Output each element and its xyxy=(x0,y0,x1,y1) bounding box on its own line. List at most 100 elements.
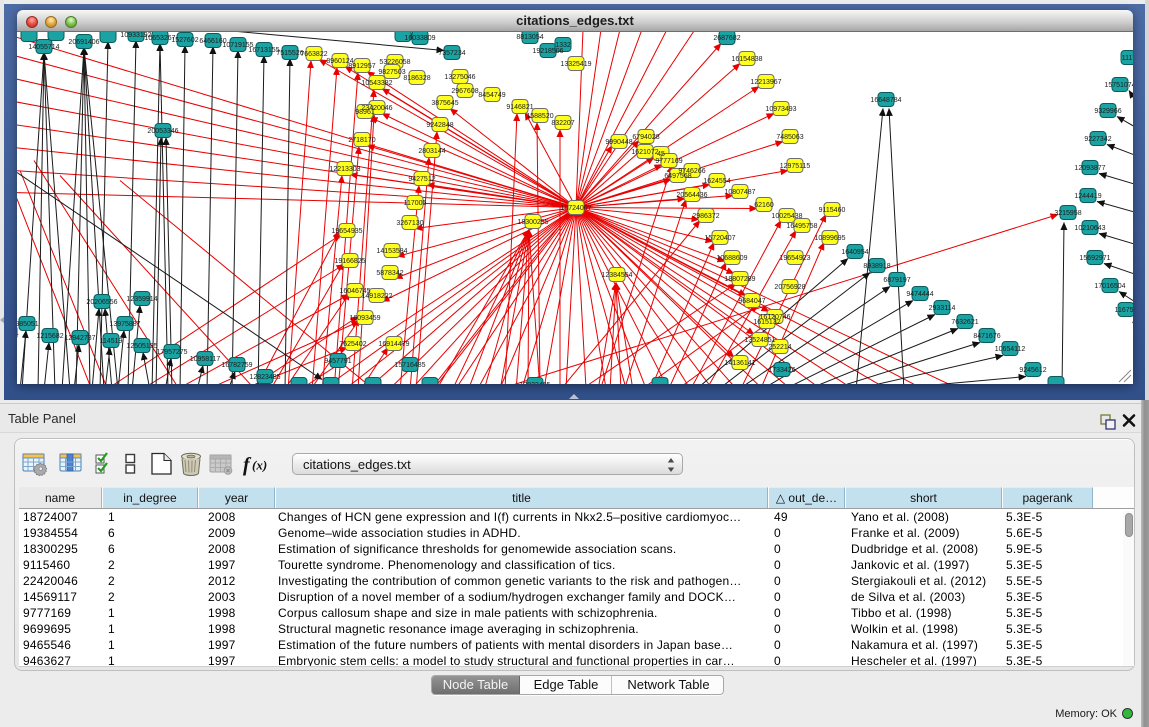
svg-text:8938918: 8938918 xyxy=(863,263,890,270)
svg-text:15720407: 15720407 xyxy=(704,235,735,242)
svg-text:8912957: 8912957 xyxy=(348,63,375,70)
svg-text:13325419: 13325419 xyxy=(560,61,591,68)
svg-text:9146821: 9146821 xyxy=(506,104,533,111)
svg-text:9457791: 9457791 xyxy=(324,358,351,365)
svg-text:16033809: 16033809 xyxy=(404,35,435,42)
svg-text:8813054: 8813054 xyxy=(516,34,543,41)
svg-text:98961: 98961 xyxy=(355,109,375,116)
svg-text:9990448: 9990448 xyxy=(605,139,632,146)
svg-text:9427512: 9427512 xyxy=(408,176,435,183)
svg-text:7663822: 7663822 xyxy=(300,51,327,58)
svg-text:20691406: 20691406 xyxy=(68,39,99,46)
svg-text:9115460: 9115460 xyxy=(819,207,846,214)
svg-text:252214: 252214 xyxy=(768,344,791,351)
svg-text:1624554: 1624554 xyxy=(703,178,730,185)
svg-text:6879197: 6879197 xyxy=(883,277,910,284)
svg-text:16713155: 16713155 xyxy=(248,47,279,54)
svg-text:10654112: 10654112 xyxy=(995,346,1026,353)
svg-text:12823485: 12823485 xyxy=(249,374,280,381)
svg-text:16495758: 16495758 xyxy=(786,223,817,230)
svg-text:20564436: 20564436 xyxy=(676,192,707,199)
svg-text:1215682: 1215682 xyxy=(36,333,63,340)
svg-text:8186328: 8186328 xyxy=(403,75,430,82)
svg-text:15692971: 15692971 xyxy=(1079,255,1110,262)
svg-text:53226058: 53226058 xyxy=(379,59,410,66)
svg-text:10210643: 10210643 xyxy=(1074,225,1105,232)
svg-text:9684047: 9684047 xyxy=(738,298,765,305)
svg-text:3215958: 3215958 xyxy=(1054,210,1081,217)
svg-text:14055714: 14055714 xyxy=(28,44,59,51)
svg-text:(x): (x) xyxy=(252,458,267,473)
svg-text:12823485: 12823485 xyxy=(519,382,550,384)
svg-text:1244419: 1244419 xyxy=(1074,193,1101,200)
svg-text:18807289: 18807289 xyxy=(724,276,755,283)
svg-text:9245612: 9245612 xyxy=(1019,367,1046,374)
svg-text:19166825: 19166825 xyxy=(334,258,365,265)
svg-text:10025438: 10025438 xyxy=(771,213,802,220)
svg-text:16782759: 16782759 xyxy=(221,362,252,369)
svg-text:116753: 116753 xyxy=(1115,307,1133,314)
svg-text:14918222: 14918222 xyxy=(361,293,392,300)
svg-text:20053346: 20053346 xyxy=(147,128,178,135)
svg-text:20756928: 20756928 xyxy=(774,284,805,291)
svg-text:15751074: 15751074 xyxy=(1104,82,1133,89)
svg-text:9474444: 9474444 xyxy=(906,291,933,298)
svg-text:10958117: 10958117 xyxy=(190,356,221,363)
svg-text:14153584: 14153584 xyxy=(376,248,407,255)
svg-text:7625402: 7625402 xyxy=(339,341,366,348)
svg-text:7357234: 7357234 xyxy=(438,50,465,57)
svg-text:9227342: 9227342 xyxy=(1084,136,1111,143)
svg-text:14136141: 14136141 xyxy=(724,360,755,367)
svg-text:12213303: 12213303 xyxy=(329,166,360,173)
svg-text:16154838: 16154838 xyxy=(731,56,762,63)
svg-text:1615132: 1615132 xyxy=(753,319,780,326)
svg-text:832207: 832207 xyxy=(551,120,574,127)
svg-text:12942737: 12942737 xyxy=(64,335,95,342)
svg-text:2718170: 2718170 xyxy=(348,137,375,144)
svg-text:114519: 114519 xyxy=(100,338,123,345)
svg-text:1117: 1117 xyxy=(1122,55,1133,62)
svg-text:12384554: 12384554 xyxy=(601,272,632,279)
svg-text:1733426: 1733426 xyxy=(768,367,795,374)
svg-text:16093459: 16093459 xyxy=(349,315,380,322)
svg-text:20206556: 20206556 xyxy=(86,299,117,306)
svg-text:117005: 117005 xyxy=(404,200,427,207)
svg-text:2967608: 2967608 xyxy=(451,88,478,95)
svg-text:f: f xyxy=(243,454,252,476)
svg-text:17957275: 17957275 xyxy=(156,349,187,356)
svg-text:16648784: 16648784 xyxy=(870,97,901,104)
svg-text:19218506: 19218506 xyxy=(532,48,563,55)
svg-text:9746266: 9746266 xyxy=(678,168,705,175)
svg-text:8471676: 8471676 xyxy=(973,333,1000,340)
svg-text:9777169: 9777169 xyxy=(655,158,682,165)
svg-text:9242848: 9242848 xyxy=(426,122,453,129)
svg-text:2933114: 2933114 xyxy=(929,305,956,312)
svg-text:7485063: 7485063 xyxy=(776,134,803,141)
svg-text:3267130: 3267130 xyxy=(396,220,423,227)
svg-text:45: 45 xyxy=(657,151,665,158)
svg-text:18724007: 18724007 xyxy=(560,205,591,212)
svg-text:15716485: 15716485 xyxy=(394,362,425,369)
svg-text:10688609: 10688609 xyxy=(716,255,747,262)
svg-text:62160: 62160 xyxy=(754,202,774,209)
svg-text:1527602: 1527602 xyxy=(171,37,198,44)
svg-text:12359914: 12359914 xyxy=(126,296,157,303)
svg-text:2986372: 2986372 xyxy=(692,213,719,220)
svg-text:10543382: 10543382 xyxy=(361,80,392,87)
svg-text:12213967: 12213967 xyxy=(750,79,781,86)
svg-text:1640954: 1640954 xyxy=(841,249,868,256)
svg-text:7632621: 7632621 xyxy=(951,319,978,326)
svg-text:10807487: 10807487 xyxy=(724,189,755,196)
svg-text:13275046: 13275046 xyxy=(444,74,475,81)
svg-text:16914479: 16914479 xyxy=(378,341,409,348)
svg-text:1332: 1332 xyxy=(555,42,571,49)
svg-text:18300295: 18300295 xyxy=(517,219,548,226)
svg-text:1621072: 1621072 xyxy=(631,149,658,156)
svg-text:13975887: 13975887 xyxy=(109,321,140,328)
svg-text:6794028: 6794028 xyxy=(632,134,659,141)
svg-text:39151: 39151 xyxy=(17,330,19,337)
svg-text:12093877: 12093877 xyxy=(1074,165,1105,172)
svg-text:9329966: 9329966 xyxy=(1094,108,1121,115)
svg-text:19654923: 19654923 xyxy=(779,255,810,262)
svg-text:12975115: 12975115 xyxy=(780,163,811,170)
